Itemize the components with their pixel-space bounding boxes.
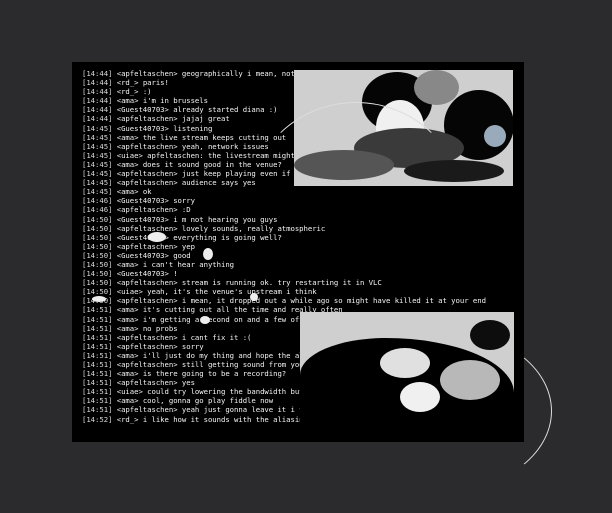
decoration xyxy=(200,316,210,324)
shape xyxy=(414,70,459,105)
shape xyxy=(484,125,506,147)
decoration xyxy=(203,248,213,260)
decoration xyxy=(250,293,258,301)
chat-line: [14:50] <apfeltaschen> i mean, it droppe… xyxy=(82,296,486,306)
decoration xyxy=(92,296,106,302)
decoration xyxy=(148,232,166,242)
decoration xyxy=(330,330,552,492)
decoration xyxy=(250,102,462,304)
